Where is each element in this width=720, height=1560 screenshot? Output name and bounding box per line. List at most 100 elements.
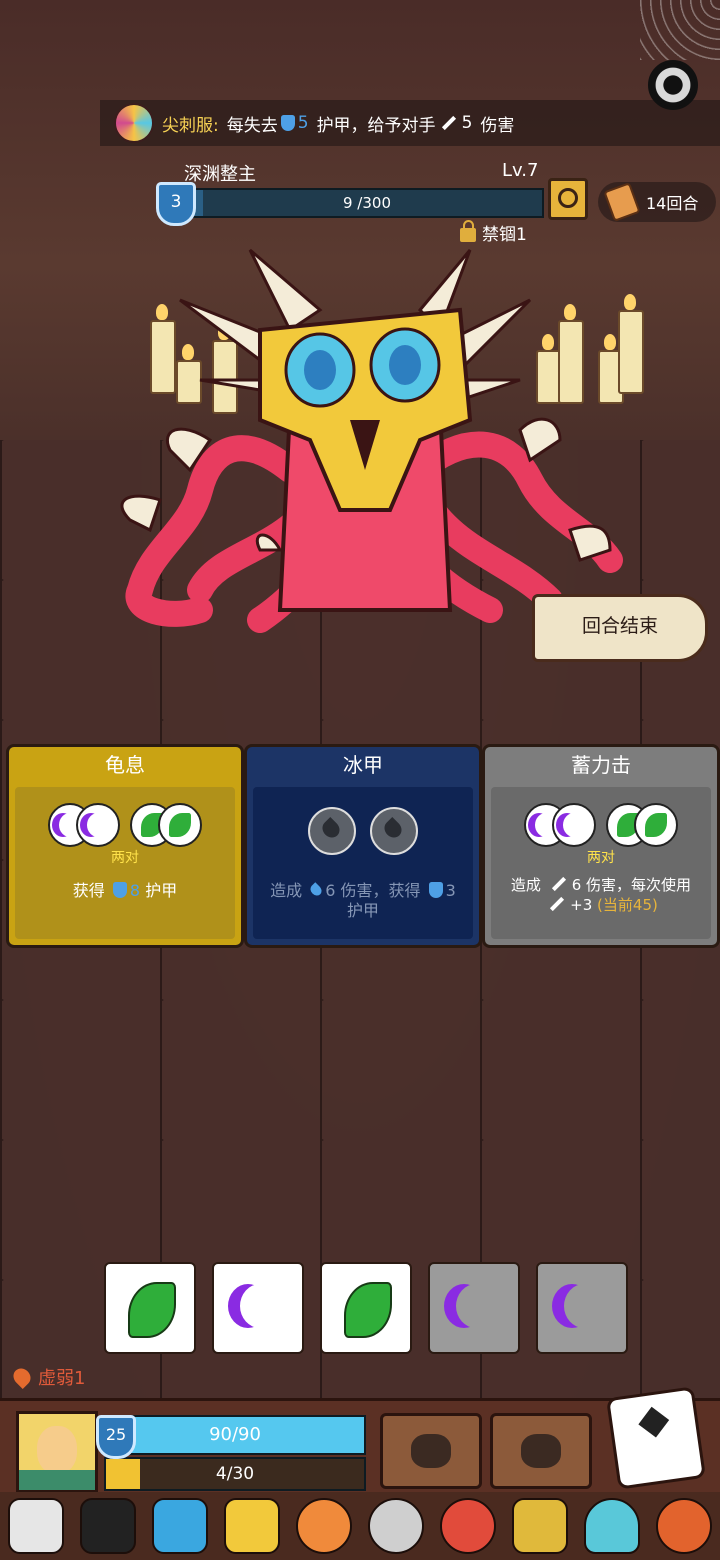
moon-slot-icon: [552, 803, 596, 847]
skull-helmet: [179, 248, 532, 512]
roll-dice-button[interactable]: [606, 1386, 706, 1490]
player-hp-text: 90/90: [209, 1424, 261, 1445]
requirement-label: 两对: [111, 850, 139, 866]
blue-shield-relic-icon[interactable]: [152, 1498, 208, 1554]
inspect-boss-button[interactable]: [548, 178, 588, 220]
dice-requirement: [253, 807, 473, 859]
die-leaf[interactable]: [104, 1262, 196, 1354]
weak-status-text: 虚弱1: [38, 1368, 86, 1389]
card-body: 两对 造成 6 伤害，每次使用 +3 (当前45): [491, 787, 711, 939]
damage-increment: +3: [570, 896, 593, 914]
spike-armor-icon: [114, 103, 154, 143]
sword-icon: [551, 876, 566, 892]
flame-icon: [9, 1364, 35, 1390]
die-leaf[interactable]: [320, 1262, 412, 1354]
card-title: 蓄力击: [571, 753, 631, 777]
effect-text-prefix: 每失去: [226, 115, 278, 136]
water-drop-slot-icon: [369, 807, 418, 855]
card-description: 造成 6 伤害，每次使用 +3 (当前45): [491, 875, 711, 915]
effect-name: 尖刺服:: [162, 115, 219, 136]
skill-card-turtle-breath[interactable]: 龟息 两对 获得 8 护甲: [6, 744, 244, 948]
boss-hp-bar: 9 /300: [190, 188, 544, 218]
leaf-slot-icon: [158, 803, 202, 847]
player-avatar[interactable]: [16, 1411, 98, 1493]
current-damage-note: (当前45): [597, 896, 658, 914]
boss-name: 深渊整主: [184, 164, 256, 185]
boss-hp-text: 9 /300: [343, 194, 391, 212]
claw-icon: [521, 1434, 561, 1468]
spiked-fist-icon: [411, 1434, 451, 1468]
requirement-label: 两对: [587, 850, 615, 866]
claw-skill-button[interactable]: [490, 1413, 592, 1489]
top-hat-relic-icon[interactable]: [80, 1498, 136, 1554]
damage-amount: 6: [325, 881, 336, 900]
card-title: 龟息: [105, 753, 145, 777]
effect-armor-value: 5: [297, 113, 309, 133]
silver-ring-relic-icon[interactable]: [368, 1498, 424, 1554]
boss-shield-icon: 3: [156, 182, 196, 226]
blue-slime-relic-icon[interactable]: [584, 1498, 640, 1554]
armor-amount: 3: [445, 881, 456, 900]
water-drop-slot-icon: [308, 807, 357, 855]
armor-icon: [112, 882, 127, 898]
water-drop-icon: [308, 882, 325, 898]
turn-counter: 14回合: [598, 182, 716, 222]
dice-box-relic-icon[interactable]: [512, 1498, 568, 1554]
abyss-monster-illustration: [120, 248, 623, 633]
card-body: 造成 6 伤害，获得 3 护甲: [253, 787, 473, 939]
leaf-pair-slot: [606, 801, 678, 847]
moon-pair-slot: [48, 801, 120, 847]
leaf-pair-slot: [130, 801, 202, 847]
card-description: 获得 8 护甲: [15, 881, 235, 901]
player-xp-bar: 4/30: [104, 1457, 366, 1491]
skill-card-ice-armor[interactable]: 冰甲 造成 6 伤害，获得 3 护甲: [244, 744, 482, 948]
boss-level: Lv.7: [502, 160, 539, 181]
leaf-icon: [128, 1282, 176, 1338]
effect-damage-value: 5: [461, 113, 473, 133]
armor-effect-banner: 尖刺服: 每失去 5 护甲，给予对手 5 伤害: [100, 100, 720, 146]
moon-slot-icon: [76, 803, 120, 847]
player-shield-icon: 25: [96, 1415, 136, 1459]
roast-meat-relic-icon[interactable]: [656, 1498, 712, 1554]
die-moon-used[interactable]: [536, 1262, 628, 1354]
die-moon[interactable]: [212, 1262, 304, 1354]
desc-text: 伤害，每次使用: [586, 876, 692, 894]
die-moon-used[interactable]: [428, 1262, 520, 1354]
donut-badge-relic-icon[interactable]: [296, 1498, 352, 1554]
desc-text: 伤害，获得: [340, 881, 421, 900]
player-hp-bar: 90/90: [104, 1415, 366, 1455]
desc-text: 获得: [72, 881, 105, 900]
leaf-icon: [344, 1282, 392, 1338]
moon-pair-slot: [524, 801, 596, 847]
end-turn-button[interactable]: 回合结束: [532, 594, 708, 662]
player-status-weak: 虚弱1: [9, 1364, 86, 1390]
armor-icon: [428, 882, 443, 898]
effect-text-middle: 护甲，给予对手: [316, 115, 436, 136]
scroll-icon: [603, 182, 641, 222]
card-body: 两对 获得 8 护甲: [15, 787, 235, 939]
spiky-sun-relic-icon[interactable]: [440, 1498, 496, 1554]
armor-amount: 8: [129, 881, 141, 900]
settings-gear-icon[interactable]: [648, 60, 698, 110]
leaf-slot-icon: [634, 803, 678, 847]
skull-helmet-relic-icon[interactable]: [8, 1498, 64, 1554]
desc-text: 护甲: [346, 901, 379, 920]
damage-amount: 6: [571, 876, 582, 894]
player-xp-text: 4/30: [215, 1464, 255, 1484]
sword-icon: [550, 896, 565, 912]
desc-text: 护甲: [145, 881, 178, 900]
gold-helmet-relic-icon[interactable]: [224, 1498, 280, 1554]
relic-bar: [0, 1492, 720, 1560]
moon-icon: [240, 1284, 280, 1328]
moon-icon: [456, 1284, 496, 1328]
sword-icon: [441, 115, 456, 131]
spiked-fist-skill-button[interactable]: [380, 1413, 482, 1489]
card-title: 冰甲: [343, 753, 383, 777]
turn-count-text: 14回合: [646, 194, 699, 213]
skill-card-charge-strike[interactable]: 蓄力击 两对 造成 6 伤害，每次使用 +3 (当前45): [482, 744, 720, 948]
spider-web-decoration: [640, 0, 720, 60]
desc-text: 造成: [510, 876, 541, 894]
desc-text: 造成: [270, 881, 303, 900]
card-description: 造成 6 伤害，获得 3 护甲: [253, 881, 473, 921]
moon-icon: [564, 1284, 604, 1328]
